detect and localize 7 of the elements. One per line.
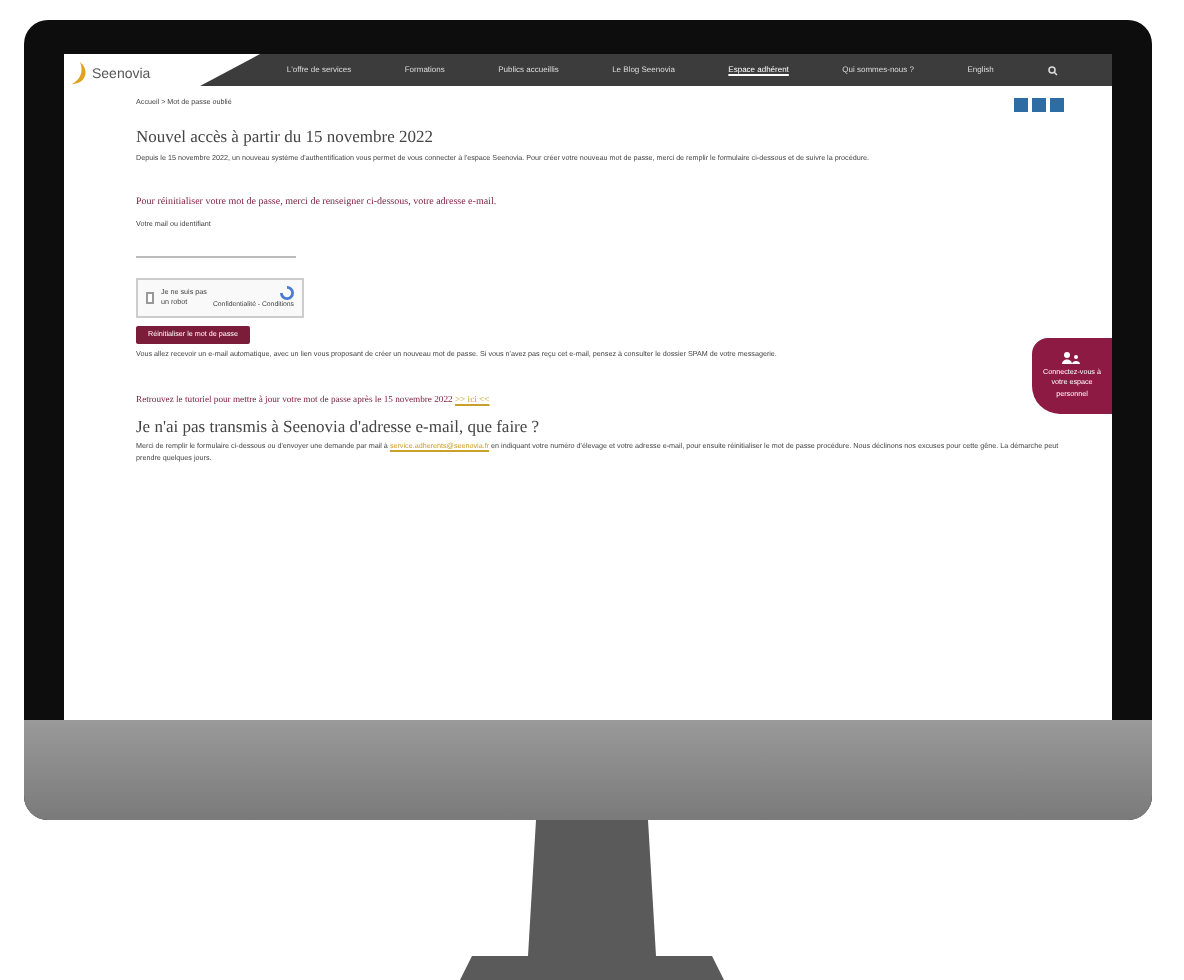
- faq-title: Je n'ai pas transmis à Seenovia d'adresse e-mail, que faire ?: [136, 413, 542, 439]
- captcha-checkbox[interactable]: [146, 292, 155, 305]
- users-icon: [1062, 351, 1082, 364]
- recaptcha-icon: [280, 285, 294, 300]
- crescent-logo-icon: [68, 62, 88, 86]
- page-title: Nouvel accès à partir du 15 novembre 2022: [136, 124, 435, 150]
- search-icon[interactable]: [1047, 65, 1058, 75]
